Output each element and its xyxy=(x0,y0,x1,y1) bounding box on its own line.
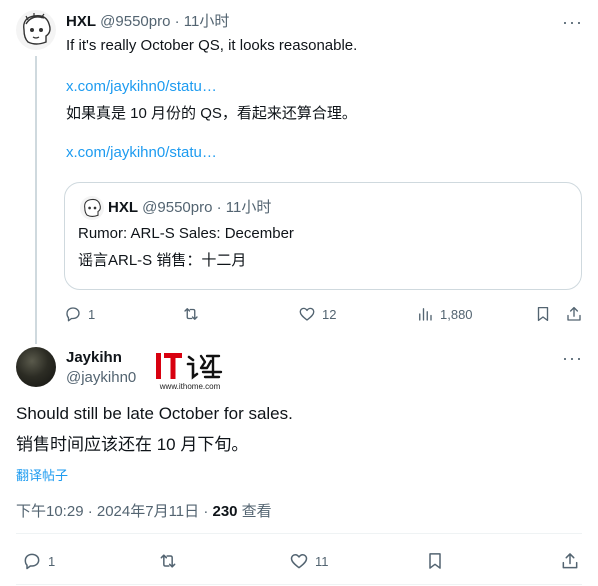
share-button[interactable] xyxy=(560,551,580,571)
tweet-text-en: If it's really October QS, it looks reas… xyxy=(66,37,358,54)
reply-button[interactable]: 1 xyxy=(64,305,95,323)
views-count: 1,880 xyxy=(440,306,473,322)
like-button[interactable]: 11 xyxy=(289,551,329,571)
tweet-text-zh: 销售时间应该还在 10 月下旬。 xyxy=(16,435,249,454)
quoted-text-zh: 谣言ARL-S 销售：十二月 xyxy=(78,252,247,269)
share-icon xyxy=(567,306,581,321)
thread-line xyxy=(35,56,37,344)
bookmark-button[interactable] xyxy=(534,305,552,323)
like-count: 12 xyxy=(322,306,337,322)
reply-count: 1 xyxy=(48,553,56,569)
share-button[interactable] xyxy=(565,305,583,323)
post-meta: 下午10:29 · 2024年7月11日 · 230 查看 xyxy=(16,502,272,522)
heart-icon xyxy=(299,307,315,321)
bookmark-button[interactable] xyxy=(425,551,445,571)
divider xyxy=(16,584,582,585)
watermark-url: www.ithome.com xyxy=(159,382,221,391)
reply-icon xyxy=(66,307,80,322)
quoted-author-handle: @9550pro xyxy=(142,199,213,216)
ithome-logo xyxy=(156,353,223,380)
separator: · xyxy=(216,199,222,216)
heart-icon xyxy=(290,554,308,569)
views-icon xyxy=(419,308,432,321)
more-icon[interactable]: ··· xyxy=(562,348,583,369)
views-label: 查看 xyxy=(237,503,272,520)
like-count: 11 xyxy=(315,553,329,569)
tweet-text-zh: 如果真是 10 月份的 QS，看起来还算合理。 xyxy=(66,105,357,122)
tweet-link-translated[interactable]: x.com/jaykihn0/statu… xyxy=(66,143,217,163)
views-button[interactable]: 1,880 xyxy=(416,305,473,323)
quoted-time: 11小时 xyxy=(225,199,272,216)
repost-button[interactable] xyxy=(182,305,206,323)
quoted-text-en: Rumor: ARL-S Sales: December xyxy=(78,225,294,242)
post-time[interactable]: 11小时 xyxy=(184,13,230,30)
tweet-link[interactable]: x.com/jaykihn0/statu… xyxy=(66,77,217,97)
share-icon xyxy=(562,553,578,569)
author-name[interactable]: Jaykihn xyxy=(66,348,122,368)
post-timestamp[interactable]: 下午10:29 · 2024年7月11日 · xyxy=(16,503,212,520)
divider xyxy=(16,533,582,534)
bookmark-icon xyxy=(429,553,441,569)
quoted-author-name: HXL xyxy=(108,199,138,216)
reply-icon xyxy=(24,553,40,570)
repost-button[interactable] xyxy=(158,551,184,571)
avatar-jaykihn[interactable] xyxy=(16,347,56,387)
author-name[interactable]: HXL xyxy=(66,13,96,30)
reply-button[interactable]: 1 xyxy=(22,551,55,571)
tweet-header: HXL @9550pro · 11小时 xyxy=(66,12,229,32)
quoted-header: HXL @9550pro · 11小时 xyxy=(108,198,271,218)
author-handle[interactable]: @jaykihn0 xyxy=(66,368,136,388)
repost-icon xyxy=(160,554,176,568)
like-button[interactable]: 12 xyxy=(298,305,336,323)
avatar-hxl[interactable] xyxy=(16,10,56,50)
views-count: 230 xyxy=(212,503,238,520)
quoted-avatar xyxy=(80,196,104,220)
reply-count: 1 xyxy=(88,306,96,322)
translate-post-link[interactable]: 翻译帖子 xyxy=(16,467,68,485)
separator: · xyxy=(174,13,180,30)
more-icon[interactable]: ··· xyxy=(562,12,583,33)
repost-icon xyxy=(184,308,198,320)
tweet-text-en: Should still be late October for sales. xyxy=(16,404,293,423)
author-handle[interactable]: @9550pro xyxy=(100,13,170,30)
bookmark-icon xyxy=(537,306,549,322)
